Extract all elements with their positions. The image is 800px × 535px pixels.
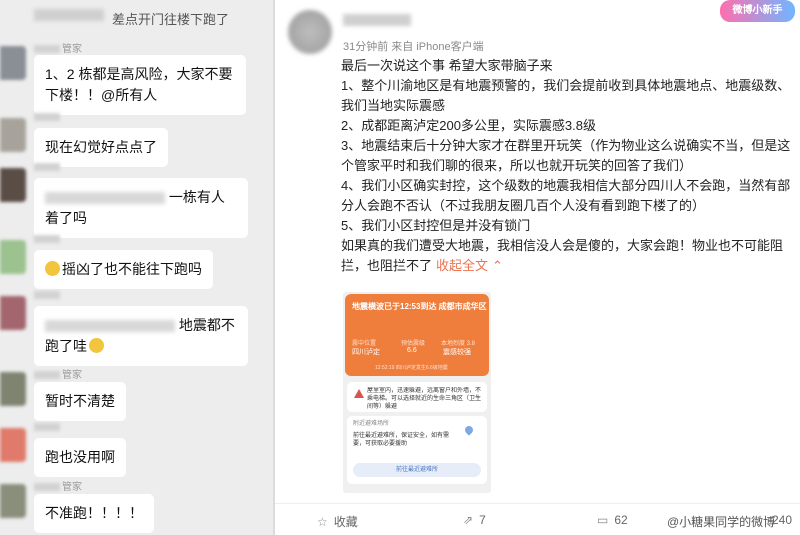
post-image[interactable]: 地震横波已于12:53到达 成都市成华区 震中位置 四川泸定 预估震级 6.6 … bbox=[343, 292, 491, 493]
redacted-text bbox=[45, 192, 165, 205]
avatar[interactable] bbox=[0, 428, 26, 462]
message-text: 地震都不 bbox=[178, 317, 235, 333]
message-text: 摇凶了也不能往下跑吗 bbox=[62, 261, 202, 277]
magnitude-label: 预估震级 bbox=[401, 341, 426, 347]
sender-name bbox=[34, 162, 62, 173]
repost-button[interactable]: ⇗ 7 bbox=[463, 513, 486, 527]
post-paragraph: 3、地震结束后十分钟大家才在群里开玩笑（作为物业这么说确实不当，但是这个管家平时… bbox=[341, 138, 791, 173]
post-paragraph: 如果真的我们遭受大地震，我相信没人会是傻的，大家会跑！物业也不可能阻拦，也阻拦不… bbox=[341, 236, 796, 276]
magnitude-value: 6.6 bbox=[407, 347, 417, 354]
message-text: 不准跑！！！！ bbox=[45, 505, 143, 521]
post-paragraph: 5、我们小区封控但是并没有锁门 bbox=[341, 218, 531, 233]
sender-name: 管家 bbox=[34, 478, 82, 493]
repost-icon: ⇗ bbox=[463, 513, 474, 527]
chat-bubble[interactable]: 1、2 栋都是高风险，大家不要下楼！！@所有人 bbox=[34, 55, 246, 115]
collapse-link[interactable]: 收起全文 bbox=[436, 258, 488, 273]
sender-name: 管家 bbox=[34, 40, 82, 55]
alert-header: 地震横波已于12:53到达 成都市成华区 震中位置 四川泸定 预估震级 6.6 … bbox=[345, 294, 489, 376]
intensity-label: 本地烈度 3.8 bbox=[441, 341, 476, 347]
avatar[interactable] bbox=[0, 240, 26, 274]
chat-bubble[interactable]: 地震都不 跑了哇 bbox=[34, 306, 248, 366]
message-text: 着了吗 bbox=[45, 210, 87, 226]
message-text: 跑也没用啊 bbox=[45, 449, 115, 465]
avatar[interactable] bbox=[0, 484, 26, 518]
message-text: 一栋有人 bbox=[168, 189, 225, 205]
divider bbox=[275, 503, 800, 504]
weibo-post: 31分钟前 来自 iPhone客户端 微博小新手 最后一次说这个事 希望大家带脑… bbox=[275, 0, 800, 535]
favorite-button[interactable]: ☆ 收藏 bbox=[317, 513, 358, 530]
sender-name bbox=[34, 112, 62, 123]
blurred-username[interactable] bbox=[343, 14, 411, 26]
message-text: 跑了哇 bbox=[45, 338, 87, 354]
star-icon: ☆ bbox=[317, 515, 328, 529]
post-paragraph: 4、我们小区确实封控，这个级数的地震我相信大部分四川人不会跑，当然有部分人会跑不… bbox=[341, 178, 791, 213]
warning-icon bbox=[354, 389, 364, 398]
alert-footer: 12:52:19 四川泸定发生6.6级地震 bbox=[375, 365, 448, 371]
sender-name: 管家 bbox=[34, 366, 82, 381]
message-text: 暂时不清楚 bbox=[45, 393, 115, 409]
epicenter-value: 四川泸定 bbox=[352, 349, 380, 356]
shelter-title: 附近避难场所 bbox=[353, 421, 390, 427]
comment-icon: ▭ bbox=[597, 513, 609, 527]
post-meta: 31分钟前 来自 iPhone客户端 bbox=[343, 41, 484, 53]
previous-message-text: 差点开门往楼下跑了 bbox=[112, 12, 230, 27]
intensity-value: 震感较强 bbox=[443, 349, 471, 356]
chat-bubble[interactable]: 一栋有人 着了吗 bbox=[34, 178, 248, 238]
watermark-logo: 微博小新手 bbox=[720, 0, 795, 22]
post-body: 最后一次说这个事 希望大家带脑子来 1、整个川渝地区是有地震预警的，我们会提前收… bbox=[341, 56, 796, 276]
avatar[interactable] bbox=[0, 46, 26, 80]
sender-name bbox=[34, 290, 62, 301]
avatar[interactable] bbox=[288, 10, 332, 54]
post-paragraph: 1、整个川渝地区是有地震预警的，我们会提前收到具体地震地点、地震级数、我们当地实… bbox=[341, 78, 791, 113]
chevron-up-icon[interactable]: ⌃ bbox=[492, 258, 503, 273]
message-text: 1、2 栋都是高风险，大家不要下楼！！@所有人 bbox=[45, 66, 233, 103]
blurred-name bbox=[34, 9, 104, 21]
post-paragraph: 最后一次说这个事 希望大家带脑子来 bbox=[341, 58, 553, 73]
chat-bubble[interactable]: 暂时不清楚 bbox=[34, 382, 126, 421]
chat-panel: 差点开门往楼下跑了 管家 1、2 栋都是高风险，大家不要下楼！！@所有人 现在幻… bbox=[0, 0, 273, 535]
shelter-text: 前往最近避难所，保证安全，如有需要，可获取必要援助 bbox=[353, 433, 450, 447]
sender-name bbox=[34, 234, 62, 245]
alert-title: 地震横波已于12:53到达 成都市成华区 bbox=[352, 302, 487, 311]
post-paragraph: 2、成都距离泸定200多公里，实际震感3.8级 bbox=[341, 118, 596, 133]
like-count[interactable]: 240 bbox=[772, 513, 792, 527]
redacted-text bbox=[45, 320, 175, 333]
shelter-button[interactable]: 前往最近避难所 bbox=[353, 463, 481, 477]
avatar[interactable] bbox=[0, 372, 26, 406]
post-closing: 如果真的我们遭受大地震，我相信没人会是傻的，大家会跑！物业也不可能阻拦，也阻拦不… bbox=[341, 238, 784, 273]
message-text: 现在幻觉好点点了 bbox=[45, 139, 157, 155]
chat-bubble[interactable]: 摇凶了也不能往下跑吗 bbox=[34, 250, 213, 289]
epicenter-label: 震中位置 bbox=[352, 341, 377, 347]
avatar[interactable] bbox=[0, 118, 26, 152]
chat-bubble[interactable]: 不准跑！！！！ bbox=[34, 494, 154, 533]
warning-text: 屋里室内，迅速躲避，远离窗户和外墙，不乘电梯。可以选择就近的生命三角区（卫生间等… bbox=[367, 388, 482, 409]
watermark: @小糖果同学的微博 bbox=[667, 515, 776, 529]
warning-card: 屋里室内，迅速躲避，远离窗户和外墙，不乘电梯。可以选择就近的生命三角区（卫生间等… bbox=[347, 382, 487, 412]
previous-message: 差点开门往楼下跑了 bbox=[0, 0, 273, 30]
avatar[interactable] bbox=[0, 168, 26, 202]
comment-button[interactable]: ▭ 62 bbox=[597, 513, 628, 527]
chat-bubble[interactable]: 跑也没用啊 bbox=[34, 438, 126, 477]
avatar[interactable] bbox=[0, 296, 26, 330]
sender-name bbox=[34, 422, 62, 433]
emoji-icon bbox=[89, 338, 104, 353]
emoji-icon bbox=[45, 261, 60, 276]
